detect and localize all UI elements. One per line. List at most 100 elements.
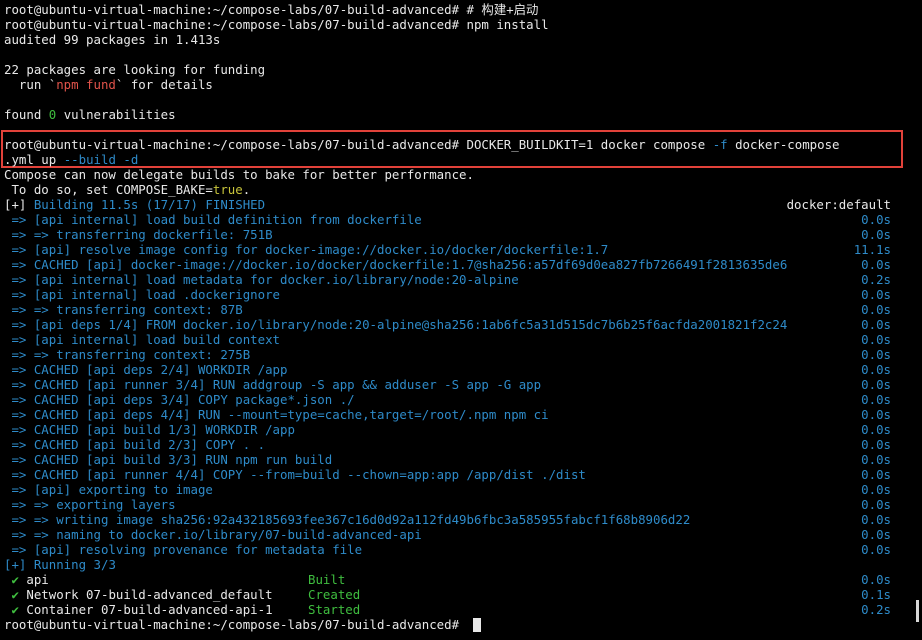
build-step-text: => => exporting layers bbox=[4, 497, 176, 512]
build-step-text: => CACHED [api] docker-image://docker.io… bbox=[4, 257, 788, 272]
build-step: => CACHED [api build 3/3] RUN npm run bu… bbox=[4, 452, 922, 467]
build-step-time: 0.0s bbox=[861, 377, 891, 392]
build-status-line: [+] Building 11.5s (17/17) FINISHED docke… bbox=[4, 197, 922, 212]
text-segment: .yml up bbox=[4, 152, 64, 167]
build-step: => [api] resolving provenance for metada… bbox=[4, 542, 922, 557]
terminal-line: root@ubuntu-virtual-machine:~/compose-la… bbox=[4, 17, 549, 32]
build-step: => CACHED [api runner 4/4] COPY --from=b… bbox=[4, 467, 922, 482]
build-step-text: => CACHED [api build 1/3] WORKDIR /app bbox=[4, 422, 295, 437]
text-segment: docker-compose bbox=[727, 137, 840, 152]
build-step-time: 0.0s bbox=[861, 467, 891, 482]
container-time: 0.1s bbox=[861, 587, 891, 602]
build-step: => => writing image sha256:92a432185693f… bbox=[4, 512, 922, 527]
command-line: .yml up --build -d bbox=[4, 152, 922, 167]
text-segment: run ` bbox=[4, 77, 57, 92]
build-step: => [api] resolve image config for docker… bbox=[4, 242, 922, 257]
npm-fund-command: npm fund bbox=[56, 77, 116, 92]
build-step-text: => => transferring context: 275B bbox=[4, 347, 251, 362]
container-time: 0.2s bbox=[861, 602, 891, 617]
build-step-text: => [api] resolve image config for docker… bbox=[4, 242, 609, 257]
build-step-text: => [api internal] load .dockerignore bbox=[4, 287, 281, 302]
container-state: Created bbox=[308, 587, 361, 602]
text-segment: found bbox=[4, 107, 49, 122]
build-step-time: 0.0s bbox=[861, 437, 891, 452]
terminal-line: root@ubuntu-virtual-machine:~/compose-la… bbox=[4, 2, 539, 17]
text-segment: . bbox=[242, 182, 251, 197]
build-step: => [api internal] load .dockerignore 0.0s bbox=[4, 287, 922, 302]
build-step-time: 0.0s bbox=[861, 332, 891, 347]
container-name: Container 07-build-advanced-api-1 bbox=[18, 602, 273, 617]
text-segment: [+] bbox=[4, 557, 34, 572]
build-step-time: 0.0s bbox=[861, 407, 891, 422]
checkmark-icon: ✔ bbox=[4, 572, 19, 587]
build-step-time: 0.0s bbox=[861, 287, 891, 302]
checkmark-icon: ✔ bbox=[4, 602, 19, 617]
build-step-text: => [api internal] load build context bbox=[4, 332, 281, 347]
bool-value: true bbox=[212, 182, 243, 197]
build-step: => CACHED [api deps 4/4] RUN --mount=typ… bbox=[4, 407, 922, 422]
terminal-line: 22 packages are looking for funding bbox=[4, 62, 266, 77]
container-name: Network 07-build-advanced_default bbox=[18, 587, 273, 602]
builder-name: docker:default bbox=[786, 197, 891, 212]
build-summary: Building 11.5s (17/17) FINISHED bbox=[33, 197, 266, 212]
build-step-time: 0.0s bbox=[861, 392, 891, 407]
build-step-time: 0.0s bbox=[861, 212, 891, 227]
build-step-time: 0.0s bbox=[861, 257, 891, 272]
build-step-text: => => writing image sha256:92a432185693f… bbox=[4, 512, 691, 527]
build-step: => [api deps 1/4] FROM docker.io/library… bbox=[4, 317, 922, 332]
running-summary: Running 3/3 bbox=[33, 557, 116, 572]
build-step-text: => [api] exporting to image bbox=[4, 482, 213, 497]
terminal-window[interactable]: root@ubuntu-virtual-machine:~/compose-la… bbox=[0, 0, 922, 640]
build-step: => [api] exporting to image 0.0s bbox=[4, 482, 922, 497]
container-state: Started bbox=[308, 602, 361, 617]
terminal-line: audited 99 packages in 1.413s bbox=[4, 32, 221, 47]
container-name: api bbox=[18, 572, 49, 587]
build-step: => CACHED [api build 1/3] WORKDIR /app 0.… bbox=[4, 422, 922, 437]
container-status: ✔ Container 07-build-advanced-api-1 Start… bbox=[4, 602, 922, 617]
build-step-text: => [api internal] load build definition … bbox=[4, 212, 422, 227]
command-line: root@ubuntu-virtual-machine:~/compose-la… bbox=[4, 137, 922, 152]
build-step-time: 11.1s bbox=[853, 242, 891, 257]
build-step-text: => => transferring dockerfile: 751B bbox=[4, 227, 273, 242]
container-status: ✔ api Built 0.0s bbox=[4, 572, 922, 587]
build-step-time: 0.0s bbox=[861, 482, 891, 497]
build-step: => => transferring context: 87B 0.0s bbox=[4, 302, 922, 317]
scrollbar[interactable] bbox=[916, 600, 919, 622]
build-step-time: 0.0s bbox=[861, 317, 891, 332]
terminal-line: found 0 vulnerabilities bbox=[4, 107, 922, 122]
build-step-text: => CACHED [api deps 4/4] RUN --mount=typ… bbox=[4, 407, 549, 422]
build-step-time: 0.0s bbox=[861, 452, 891, 467]
build-step-time: 0.0s bbox=[861, 497, 891, 512]
container-time: 0.0s bbox=[861, 572, 891, 587]
flag-d: -d bbox=[123, 152, 139, 167]
build-step: => CACHED [api] docker-image://docker.io… bbox=[4, 257, 922, 272]
build-step-time: 0.0s bbox=[861, 542, 891, 557]
terminal-line: Compose can now delegate builds to bake … bbox=[4, 167, 474, 182]
build-step-time: 0.0s bbox=[861, 512, 891, 527]
build-step: => [api internal] load metadata for dock… bbox=[4, 272, 922, 287]
terminal-line: run `npm fund` for details bbox=[4, 77, 922, 92]
flag-f: -f bbox=[712, 137, 728, 152]
build-step-time: 0.0s bbox=[861, 422, 891, 437]
build-step-text: => CACHED [api build 3/3] RUN npm run bu… bbox=[4, 452, 333, 467]
build-step-text: => => naming to docker.io/library/07-bui… bbox=[4, 527, 422, 542]
text-cursor bbox=[472, 618, 481, 632]
text-segment: [+] bbox=[4, 197, 34, 212]
build-step-time: 0.0s bbox=[861, 362, 891, 377]
build-step-text: => CACHED [api runner 3/4] RUN addgroup … bbox=[4, 377, 542, 392]
text-segment: To do so, set COMPOSE_BAKE= bbox=[4, 182, 213, 197]
build-step-time: 0.2s bbox=[861, 272, 891, 287]
build-step: => => transferring context: 275B 0.0s bbox=[4, 347, 922, 362]
text-segment: vulnerabilities bbox=[56, 107, 176, 122]
container-status: ✔ Network 07-build-advanced_default Creat… bbox=[4, 587, 922, 602]
build-step-text: => [api deps 1/4] FROM docker.io/library… bbox=[4, 317, 788, 332]
build-step-text: => [api internal] load metadata for dock… bbox=[4, 272, 519, 287]
build-step: => => transferring dockerfile: 751B 0.0s bbox=[4, 227, 922, 242]
build-step: => CACHED [api deps 2/4] WORKDIR /app 0.0… bbox=[4, 362, 922, 377]
build-step: => CACHED [api deps 3/4] COPY package*.j… bbox=[4, 392, 922, 407]
prompt-text: root@ubuntu-virtual-machine:~/compose-la… bbox=[4, 617, 467, 632]
prompt-line[interactable]: root@ubuntu-virtual-machine:~/compose-la… bbox=[4, 617, 922, 632]
build-step-text: => CACHED [api runner 4/4] COPY --from=b… bbox=[4, 467, 586, 482]
container-state: Built bbox=[308, 572, 346, 587]
build-step-text: => CACHED [api deps 3/4] COPY package*.j… bbox=[4, 392, 355, 407]
